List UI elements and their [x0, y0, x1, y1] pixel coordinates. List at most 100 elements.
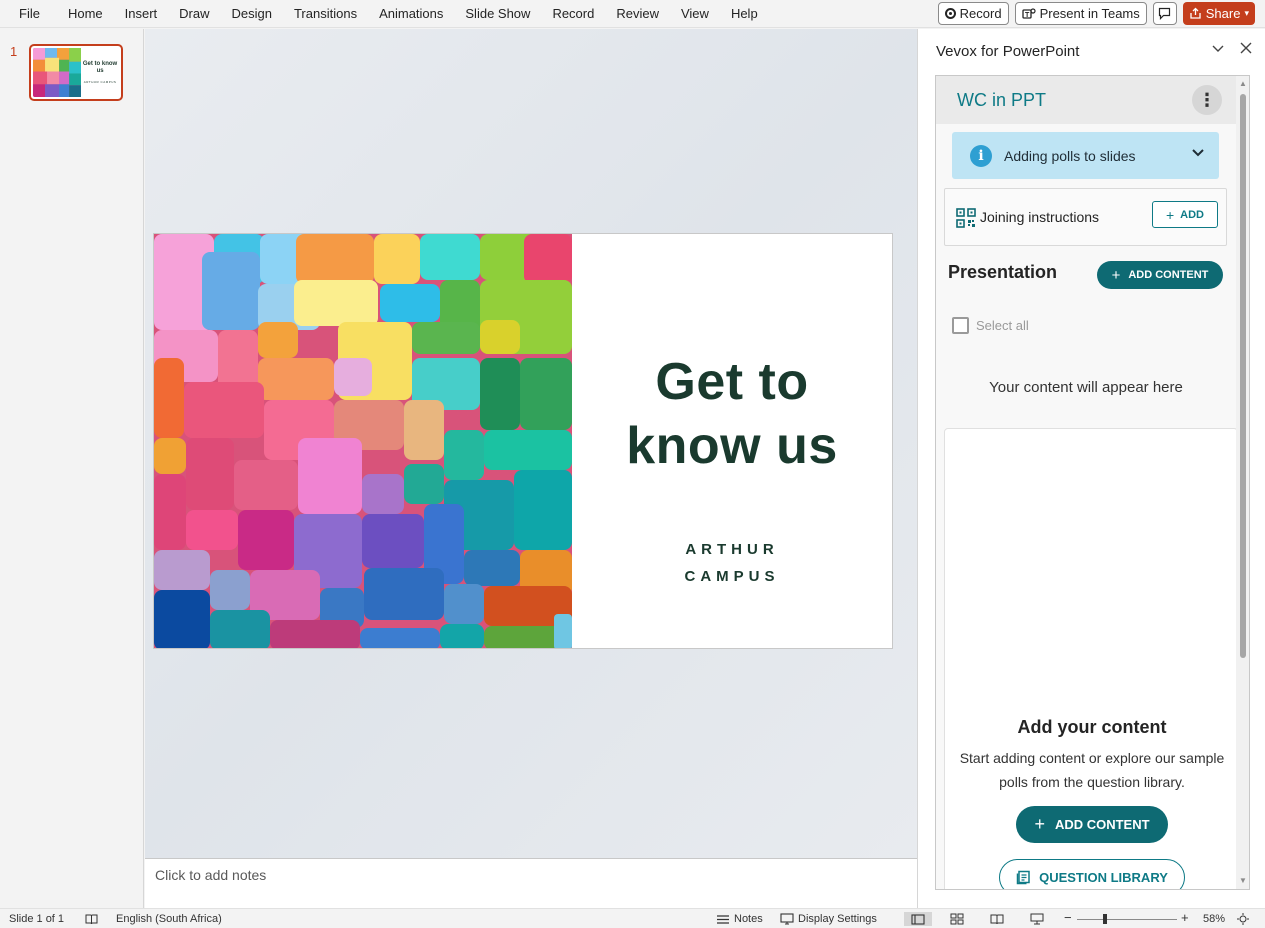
display-settings-label: Display Settings [798, 913, 877, 925]
fit-to-window-button[interactable] [1236, 913, 1250, 925]
record-button-label: Record [959, 6, 1002, 21]
colorful-blocks-image [154, 234, 572, 648]
card-title: Add your content [1017, 717, 1167, 737]
joining-instructions-row: Joining instructions + ADD [944, 188, 1227, 246]
vevox-addin-frame: WC in PPT ⋮ i Adding polls to slides Joi… [935, 75, 1250, 890]
plus-icon: + [1034, 814, 1045, 834]
slide-picture[interactable] [154, 234, 572, 648]
scroll-down-arrow-icon[interactable]: ▼ [1239, 876, 1247, 885]
question-library-label: QUESTION LIBRARY [1039, 870, 1168, 885]
select-all-checkbox[interactable]: Select all [952, 317, 1029, 334]
menu-bar: File Home Insert Draw Design Transitions… [0, 0, 1265, 28]
notes-toggle[interactable]: Notes [716, 913, 763, 925]
thumbnail-text: Get to know us ARTHUR CAMPUS [81, 48, 119, 97]
tab-animations[interactable]: Animations [368, 0, 454, 28]
add-content-button[interactable]: + ADD CONTENT [1097, 261, 1223, 289]
more-options-button[interactable]: ⋮ [1192, 85, 1222, 115]
tab-design[interactable]: Design [221, 0, 283, 28]
notes-icon [717, 914, 729, 924]
slide-subtitle-line-1: ARTHUR [685, 541, 779, 558]
tab-record[interactable]: Record [541, 0, 605, 28]
record-icon [944, 8, 956, 19]
chevron-down-icon[interactable] [1211, 41, 1225, 55]
presentation-name: WC in PPT [957, 90, 1047, 110]
card-add-content-button[interactable]: + ADD CONTENT [1016, 806, 1168, 843]
reading-view-button[interactable] [990, 913, 1004, 925]
joining-instructions-label: Joining instructions [980, 209, 1100, 225]
slide-thumbnail-pane: 1 Get to know us ARTHUR CAMPUS [0, 29, 144, 908]
tab-review[interactable]: Review [605, 0, 670, 28]
scroll-thumb[interactable] [1240, 94, 1246, 658]
task-pane-controls [1211, 41, 1253, 55]
slide-show-button[interactable] [1030, 913, 1044, 925]
slide-count: Slide 1 of 1 [9, 913, 65, 925]
slide-canvas[interactable]: Get to know us ARTHUR CAMPUS [153, 233, 893, 649]
card-add-content-label: ADD CONTENT [1054, 817, 1150, 832]
zoom-out-icon[interactable]: − [1064, 910, 1072, 925]
thumbnail-image [33, 48, 82, 97]
ribbon-tabs: File Home Insert Draw Design Transitions… [0, 0, 769, 28]
kebab-icon: ⋮ [1198, 89, 1216, 110]
notes-placeholder: Click to add notes [155, 867, 267, 883]
slide-thumbnail-1[interactable]: Get to know us ARTHUR CAMPUS [29, 44, 123, 101]
qr-code-icon [956, 208, 976, 228]
content-placeholder: Your content will appear here [989, 379, 1183, 396]
chevron-down-icon [1192, 149, 1204, 157]
reading-view-icon [990, 914, 1004, 925]
record-button[interactable]: Record [937, 2, 1009, 25]
display-settings-icon [780, 913, 794, 925]
info-banner[interactable]: i Adding polls to slides [952, 132, 1219, 179]
info-icon: i [970, 144, 992, 167]
chevron-down-icon: ▾ [1244, 8, 1249, 18]
accessibility-icon[interactable] [85, 913, 98, 925]
present-in-teams-button[interactable]: T Present in Teams [1014, 2, 1147, 25]
select-all-label: Select all [976, 318, 1029, 333]
question-library-button[interactable]: QUESTION LIBRARY [999, 859, 1185, 889]
tab-slide-show[interactable]: Slide Show [454, 0, 541, 28]
slide-subtitle-line-2: CAMPUS [684, 568, 780, 585]
tab-insert[interactable]: Insert [114, 0, 169, 28]
tab-draw[interactable]: Draw [168, 0, 220, 28]
presentation-heading: Presentation [948, 262, 1058, 282]
slide-subtitle[interactable]: ARTHUR CAMPUS [672, 536, 792, 590]
notes-label: Notes [734, 913, 763, 925]
zoom-in-icon[interactable]: + [1181, 910, 1189, 925]
tab-view[interactable]: View [670, 0, 720, 28]
slide-sorter-button[interactable] [950, 913, 964, 925]
slide-text-area[interactable]: Get to know us ARTHUR CAMPUS [572, 234, 892, 648]
zoom-slider-track[interactable] [1077, 919, 1177, 920]
scroll-up-arrow-icon[interactable]: ▲ [1239, 79, 1247, 88]
task-pane-scrollbar[interactable]: ▲ ▼ [1236, 76, 1249, 889]
fit-to-window-icon [1237, 913, 1249, 925]
task-pane-title: Vevox for PowerPoint [936, 43, 1080, 60]
language-indicator[interactable]: English (South Africa) [116, 913, 222, 925]
vevox-task-pane: Vevox for PowerPoint WC in PPT ⋮ i Addin… [917, 29, 1265, 908]
slide-editing-area: Get to know us ARTHUR CAMPUS [145, 29, 917, 858]
notes-pane[interactable]: Click to add notes [145, 858, 917, 908]
zoom-level[interactable]: 58% [1203, 913, 1225, 925]
status-bar: Slide 1 of 1 English (South Africa) Note… [0, 908, 1265, 928]
slide-sorter-icon [950, 913, 964, 925]
slide-title[interactable]: Get to know us [626, 350, 838, 478]
slide-title-line-2: know us [626, 417, 838, 475]
tab-file[interactable]: File [0, 0, 57, 28]
tab-home[interactable]: Home [57, 0, 114, 28]
checkbox [952, 317, 969, 334]
normal-view-button[interactable] [904, 912, 932, 926]
library-icon [1016, 870, 1030, 885]
card-description: Start adding content or explore our samp… [959, 750, 1225, 790]
normal-view-icon [911, 913, 925, 925]
share-button-label: Share [1205, 6, 1241, 21]
plus-icon: + [1111, 266, 1121, 284]
tab-help[interactable]: Help [720, 0, 769, 28]
share-button[interactable]: Share ▾ [1182, 2, 1255, 25]
thumbnail-subtitle: ARTHUR CAMPUS [83, 80, 117, 84]
display-settings-button[interactable]: Display Settings [780, 913, 877, 925]
tab-transitions[interactable]: Transitions [283, 0, 368, 28]
comment-icon [1159, 7, 1171, 20]
close-icon[interactable] [1239, 41, 1253, 55]
comments-button[interactable] [1152, 2, 1177, 25]
add-joining-instructions-button[interactable]: + ADD [1152, 201, 1218, 228]
thumbnail-content: Get to know us ARTHUR CAMPUS [33, 48, 119, 97]
zoom-slider-knob[interactable] [1103, 914, 1107, 924]
